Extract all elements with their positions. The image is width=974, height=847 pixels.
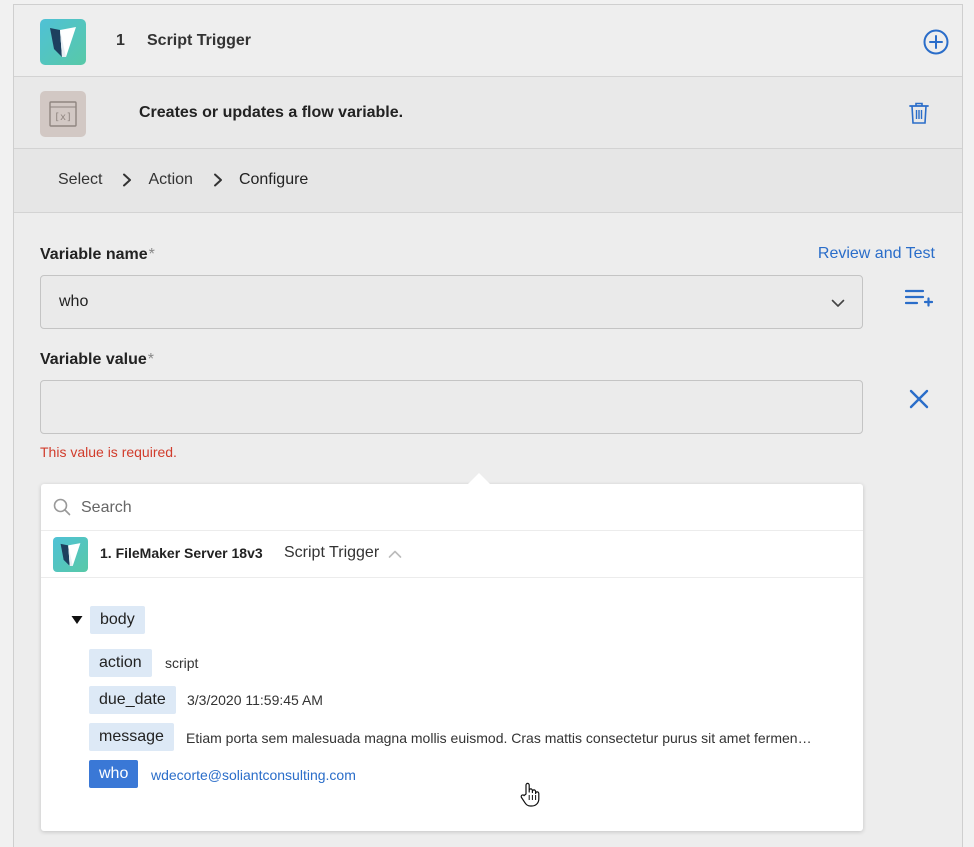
breadcrumb-row: Select Action Configure — [14, 149, 962, 213]
review-and-test-link[interactable]: Review and Test — [818, 245, 935, 263]
field-chip-due-date[interactable]: due_date — [89, 686, 176, 714]
field-value-due-date: 3/3/2020 11:59:45 AM — [187, 692, 323, 708]
breadcrumb: Select Action Configure — [58, 171, 308, 189]
field-value-message: Etiam porta sem malesuada magna mollis e… — [186, 730, 812, 746]
tree-node-body[interactable]: body — [90, 606, 145, 634]
caret-down-icon[interactable] — [71, 615, 83, 625]
trigger-row[interactable]: 1 Script Trigger — [14, 5, 962, 77]
chevron-right-icon — [213, 173, 222, 187]
step-number: 1 — [116, 32, 125, 49]
chevron-up-icon[interactable] — [388, 548, 402, 560]
variable-name-label-text: Variable name — [40, 246, 148, 263]
variable-name-label: Variable name* — [40, 246, 155, 264]
trash-icon[interactable] — [908, 101, 930, 125]
breadcrumb-select[interactable]: Select — [58, 171, 102, 189]
action-description: Creates or updates a flow variable. — [139, 104, 404, 121]
variable-name-select[interactable]: who — [40, 275, 863, 329]
search-icon — [53, 498, 71, 516]
field-value-action: script — [165, 655, 199, 671]
close-icon[interactable] — [907, 387, 931, 411]
source-subtitle: Script Trigger — [284, 544, 380, 561]
chevron-right-icon — [123, 173, 132, 187]
action-row[interactable]: [x] Creates or updates a flow variable. — [14, 77, 962, 149]
required-mark: * — [147, 351, 154, 368]
svg-text:[x]: [x] — [54, 112, 72, 123]
flow-step-panel: 1 Script Trigger [x] Creates or updates … — [13, 4, 963, 847]
picker-search-input[interactable] — [81, 494, 841, 522]
source-title: 1. FileMaker Server 18v3 — [100, 545, 263, 561]
field-chip-who[interactable]: who — [89, 760, 139, 788]
field-value-who[interactable]: wdecorte@soliantconsulting.com — [151, 767, 356, 783]
step-title: Script Trigger — [147, 32, 252, 49]
filemaker-icon — [53, 537, 88, 572]
picker-search-row — [41, 484, 863, 531]
filemaker-icon — [40, 19, 86, 65]
configure-area: Variable name* Review and Test who Varia… — [14, 213, 962, 847]
chevron-down-icon — [831, 299, 845, 307]
field-chip-message[interactable]: message — [89, 723, 174, 751]
required-mark: * — [148, 246, 155, 263]
variable-icon: [x] — [40, 91, 86, 137]
data-picker-popover: 1. FileMaker Server 18v3 Script Trigger … — [41, 473, 863, 831]
variable-value-label: Variable value* — [40, 351, 154, 369]
plus-circle-icon[interactable] — [922, 28, 950, 56]
validation-error: This value is required. — [40, 444, 177, 460]
field-chip-action[interactable]: action — [89, 649, 152, 677]
variable-value-input[interactable] — [40, 380, 863, 434]
variable-name-value: who — [59, 293, 89, 310]
picker-source-header[interactable]: 1. FileMaker Server 18v3 Script Trigger — [41, 531, 863, 578]
list-add-icon[interactable] — [905, 287, 933, 309]
breadcrumb-configure[interactable]: Configure — [239, 171, 308, 189]
breadcrumb-action[interactable]: Action — [148, 171, 192, 189]
variable-value-label-text: Variable value — [40, 351, 147, 368]
